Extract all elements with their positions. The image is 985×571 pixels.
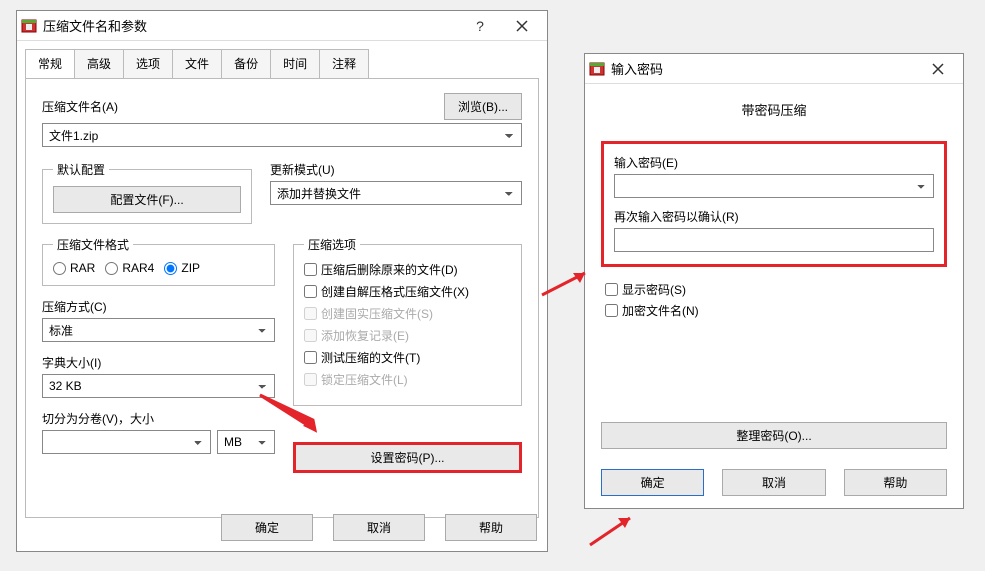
archive-params-window: 压缩文件名和参数 ? 常规 高级 选项 文件 备份 时间 注释 压缩文件名(A)…	[16, 10, 548, 552]
browse-button[interactable]: 浏览(B)...	[444, 93, 522, 120]
tab-comment[interactable]: 注释	[319, 49, 369, 78]
cancel-button[interactable]: 取消	[333, 514, 425, 541]
show-password-checkbox[interactable]: 显示密码(S)	[605, 281, 943, 298]
cancel-button[interactable]: 取消	[722, 469, 825, 496]
tab-panel-general: 压缩文件名(A) 浏览(B)... 默认配置 配置文件(F)... 更新模式(U…	[25, 78, 539, 518]
archive-format-group: 压缩文件格式 RAR RAR4 ZIP	[42, 236, 275, 286]
archiving-options-legend: 压缩选项	[304, 236, 360, 253]
password-subtitle: 带密码压缩	[601, 100, 947, 119]
tab-backup[interactable]: 备份	[221, 49, 271, 78]
format-rar4-radio[interactable]: RAR4	[105, 261, 154, 275]
split-size-input[interactable]	[42, 430, 211, 454]
close-icon	[516, 20, 528, 32]
titlebar[interactable]: 输入密码	[585, 54, 963, 84]
encrypt-filenames-checkbox[interactable]: 加密文件名(N)	[605, 302, 943, 319]
dict-size-label: 字典大小(I)	[42, 354, 275, 371]
ok-button[interactable]: 确定	[601, 469, 704, 496]
dialog-buttons: 确定 取消 帮助	[221, 514, 537, 541]
password-body: 带密码压缩 输入密码(E) 再次输入密码以确认(R) 显示密码(S) 加密文件名…	[585, 84, 963, 508]
opt-recovery: 添加恢复记录(E)	[304, 327, 511, 344]
help-button-bottom[interactable]: 帮助	[445, 514, 537, 541]
split-volume-label: 切分为分卷(V)，大小	[42, 410, 275, 427]
window-title: 输入密码	[611, 59, 917, 78]
window-title: 压缩文件名和参数	[43, 16, 459, 35]
opt-lock: 锁定压缩文件(L)	[304, 371, 511, 388]
opt-solid: 创建固实压缩文件(S)	[304, 305, 511, 322]
set-password-button[interactable]: 设置密码(P)...	[293, 442, 522, 473]
close-button[interactable]	[501, 12, 543, 40]
format-rar-radio[interactable]: RAR	[53, 261, 95, 275]
app-icon	[21, 18, 37, 34]
archive-name-input[interactable]	[42, 123, 522, 147]
reenter-password-label: 再次输入密码以确认(R)	[614, 208, 934, 225]
enter-password-input[interactable]	[614, 174, 934, 198]
opt-delete-after[interactable]: 压缩后删除原来的文件(D)	[304, 261, 511, 278]
arrow-annotation	[585, 510, 645, 553]
default-profile-group: 默认配置 配置文件(F)...	[42, 161, 252, 224]
app-icon	[589, 61, 605, 77]
tab-bar: 常规 高级 选项 文件 备份 时间 注释	[25, 49, 539, 78]
opt-sfx[interactable]: 创建自解压格式压缩文件(X)	[304, 283, 511, 300]
close-button[interactable]	[917, 55, 959, 83]
archiving-options-group: 压缩选项 压缩后删除原来的文件(D) 创建自解压格式压缩文件(X) 创建固实压缩…	[293, 236, 522, 406]
default-profile-legend: 默认配置	[53, 161, 109, 178]
help-button[interactable]: ?	[459, 12, 501, 40]
password-window: 输入密码 带密码压缩 输入密码(E) 再次输入密码以确认(R) 显示密码(S) …	[584, 53, 964, 509]
format-zip-radio[interactable]: ZIP	[164, 261, 200, 275]
update-mode-select[interactable]	[270, 181, 522, 205]
archive-name-label: 压缩文件名(A)	[42, 98, 118, 115]
update-mode-label: 更新模式(U)	[270, 161, 522, 178]
reenter-password-input[interactable]	[614, 228, 934, 252]
password-fields-highlight: 输入密码(E) 再次输入密码以确认(R)	[601, 141, 947, 267]
ok-button[interactable]: 确定	[221, 514, 313, 541]
compression-method-select[interactable]	[42, 318, 275, 342]
tab-files[interactable]: 文件	[172, 49, 222, 78]
tab-options[interactable]: 选项	[123, 49, 173, 78]
titlebar[interactable]: 压缩文件名和参数 ?	[17, 11, 547, 41]
help-button[interactable]: 帮助	[844, 469, 947, 496]
profiles-button[interactable]: 配置文件(F)...	[53, 186, 241, 213]
archive-format-legend: 压缩文件格式	[53, 236, 133, 253]
split-unit-select[interactable]	[217, 430, 275, 454]
dict-size-select[interactable]	[42, 374, 275, 398]
tab-general[interactable]: 常规	[25, 49, 75, 79]
close-icon	[932, 63, 944, 75]
opt-test[interactable]: 测试压缩的文件(T)	[304, 349, 511, 366]
tab-advanced[interactable]: 高级	[74, 49, 124, 78]
organize-passwords-button[interactable]: 整理密码(O)...	[601, 422, 947, 449]
enter-password-label: 输入密码(E)	[614, 154, 934, 171]
tab-time[interactable]: 时间	[270, 49, 320, 78]
compression-method-label: 压缩方式(C)	[42, 298, 275, 315]
